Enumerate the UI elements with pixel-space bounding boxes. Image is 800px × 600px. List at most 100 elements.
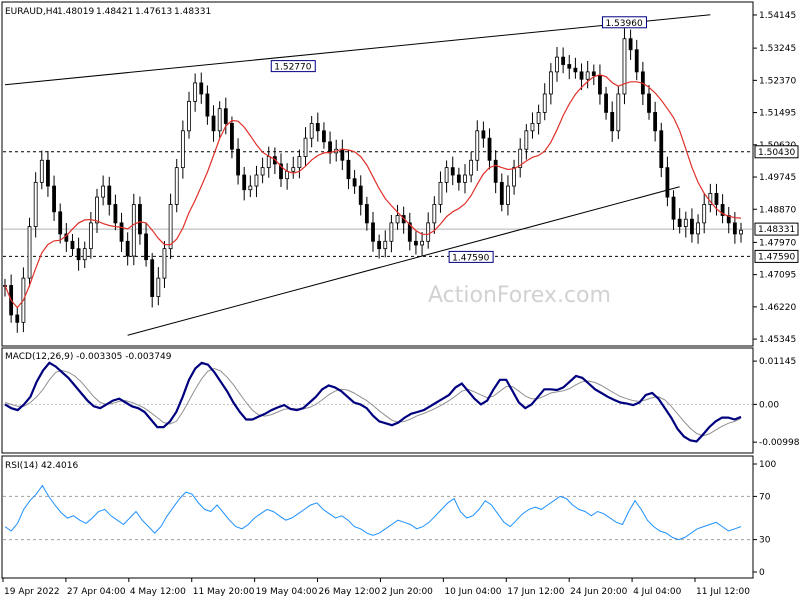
price-annotation-label: 1.52770 [274, 63, 311, 73]
candle-body [340, 148, 345, 161]
candle-body [714, 193, 719, 205]
candle-body [174, 167, 179, 205]
candle-body [39, 159, 44, 183]
candle-body [389, 222, 394, 242]
candle-body [659, 130, 664, 169]
time-axis-label: 10 Jun 04:00 [444, 587, 501, 597]
candle-body [628, 38, 633, 51]
candle-body [346, 159, 351, 180]
price-axis-label: 1.52370 [759, 76, 796, 86]
candle-body [616, 93, 621, 132]
candle-body [444, 167, 449, 183]
candle-body [591, 71, 596, 76]
candle-body [138, 204, 142, 235]
candle-body [113, 204, 118, 224]
watermark: ActionForex.com [428, 283, 611, 308]
candle-body [383, 240, 388, 250]
rsi-axis-label: 70 [759, 492, 771, 502]
price-axis-label: 1.51495 [759, 109, 796, 119]
candle-body [732, 222, 737, 235]
candle-body [27, 226, 32, 279]
euraud-chart: EURAUD,H4 1.48019 1.48421 1.47613 1.4833… [0, 0, 800, 600]
candle-body [88, 222, 93, 250]
price-axis-label: 1.46220 [759, 303, 796, 313]
candle-body [162, 248, 167, 279]
candle-body [450, 167, 455, 176]
candle-body [230, 123, 234, 150]
candle-body [506, 185, 510, 205]
candle-body [456, 174, 461, 183]
candle-body [211, 115, 216, 132]
candle-body [371, 222, 375, 242]
price-annotation-label: 1.53960 [605, 19, 642, 29]
candle-body [598, 75, 602, 95]
price-axis-label: 1.47095 [759, 271, 796, 281]
candle-body [297, 156, 302, 169]
ohlc-low: 1.47613 [135, 7, 172, 17]
candle-body [223, 108, 228, 124]
price-tag-label: 1.48331 [758, 225, 795, 235]
rsi-axis-label: 100 [759, 460, 776, 470]
price-axis-label: 1.45345 [759, 335, 796, 345]
candle-body [469, 159, 474, 176]
candle-body [671, 196, 676, 220]
candle-body [285, 170, 290, 180]
ohlc-high: 1.48421 [96, 7, 133, 17]
candle-body [548, 71, 553, 95]
candle-body [585, 71, 590, 80]
candle-body [119, 222, 124, 242]
candle-body [15, 314, 20, 323]
candle-body [236, 148, 240, 176]
candle-body [303, 137, 308, 157]
candle-body [690, 218, 694, 235]
candle-body [555, 56, 559, 73]
candle-body [180, 130, 185, 169]
candle-body [536, 111, 541, 124]
candle-body [420, 240, 424, 246]
candle-body [499, 181, 504, 205]
candle-body [291, 167, 296, 172]
candle-body [156, 277, 161, 297]
candle-body [101, 185, 106, 198]
candle-body [561, 56, 566, 65]
candle-body [702, 204, 707, 224]
rsi-axis-label: 30 [759, 536, 771, 546]
price-tag-label: 1.50430 [758, 148, 795, 158]
time-axis-label: 2 Jun 20:00 [381, 587, 433, 597]
time-axis-label: 19 Apr 2022 [4, 587, 60, 597]
time-axis-label: 4 Jul 04:00 [633, 587, 682, 597]
rsi-title: RSI(14) 42.4016 [5, 461, 78, 471]
candle-body [199, 82, 204, 95]
candle-body [82, 248, 87, 261]
macd-axis-label: 0.00 [759, 400, 779, 410]
macd-axis-label: 0.01145 [759, 357, 796, 367]
candle-body [579, 71, 584, 80]
time-axis-label: 26 May 12:00 [319, 587, 381, 597]
price-annotation-label: 1.47590 [452, 253, 489, 263]
candle-body [432, 204, 437, 224]
candle-body [567, 64, 572, 69]
candle-body [254, 174, 259, 187]
candle-body [530, 123, 535, 132]
candle-body [266, 156, 271, 169]
candle-body [131, 204, 136, 257]
candle-body [604, 93, 608, 113]
candle-body [739, 229, 743, 235]
rsi-axis-label: 0 [759, 568, 765, 578]
price-axis-label: 1.48870 [759, 205, 796, 215]
candle-body [58, 211, 63, 235]
candle-body [205, 93, 210, 117]
candle-body [248, 185, 253, 191]
price-tag-label: 1.47590 [758, 252, 795, 262]
candle-body [95, 196, 99, 224]
candle-body [395, 215, 400, 224]
price-axis-label: 1.53245 [759, 44, 796, 54]
candle-body [52, 185, 56, 213]
candle-body [696, 222, 700, 235]
price-axis-label: 1.54145 [759, 11, 796, 21]
ohlc-open: 1.48019 [57, 7, 94, 17]
price-axis-label: 1.49745 [759, 173, 796, 183]
candle-body [322, 130, 326, 143]
candle-body [665, 167, 670, 198]
candle-body [438, 181, 443, 205]
